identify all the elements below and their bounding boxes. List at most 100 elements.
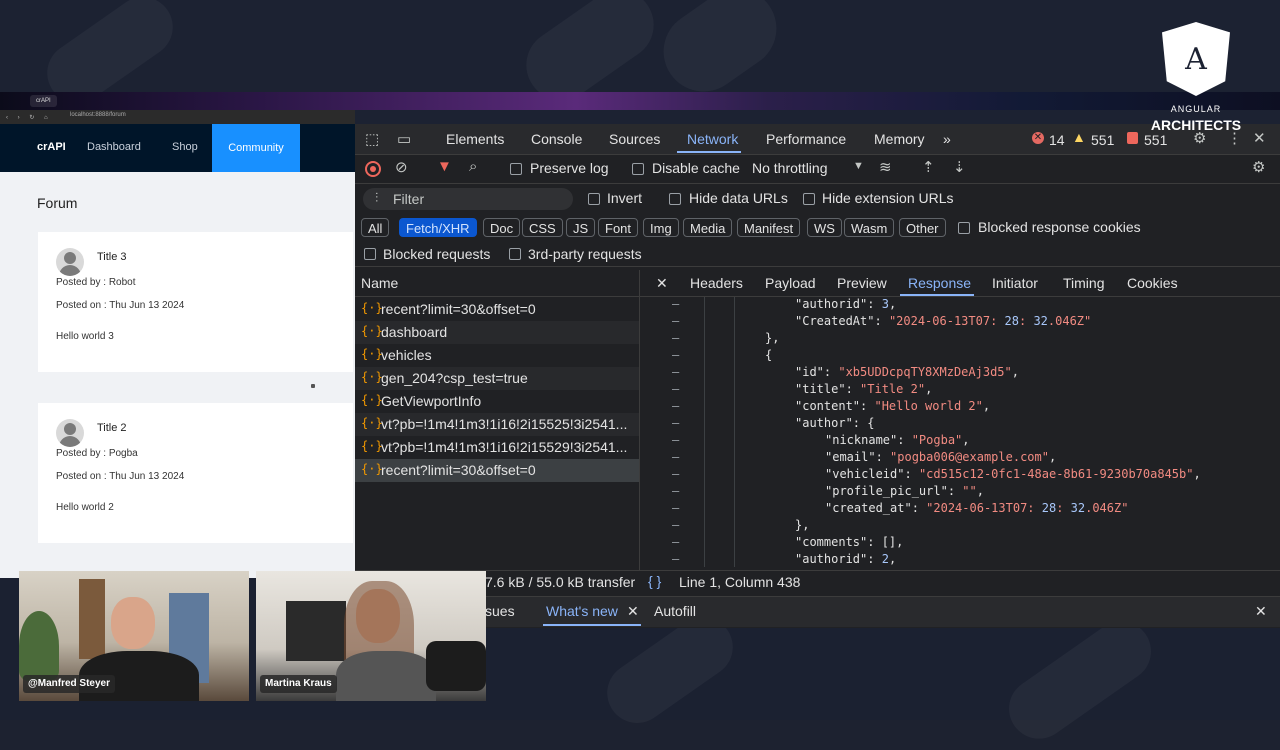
tab-memory[interactable]: Memory: [874, 131, 925, 147]
filter-funnel-icon[interactable]: ▼: [437, 158, 452, 175]
network-settings-icon[interactable]: ⚙: [1252, 158, 1265, 176]
invert-checkbox[interactable]: [588, 193, 600, 205]
request-row[interactable]: {·} dashboard: [355, 321, 639, 344]
device-toolbar-icon[interactable]: ▭: [397, 130, 411, 148]
drawer-tab-whats-new[interactable]: What's new: [546, 603, 618, 619]
fold-marker-icon[interactable]: –: [672, 382, 679, 396]
close-devtools-icon[interactable]: ✕: [1253, 129, 1266, 147]
inspect-element-icon[interactable]: ⬚: [365, 130, 379, 148]
request-row[interactable]: {·} vt?pb=!1m4!1m3!1i16!2i15525!3i2541...: [355, 413, 639, 436]
type-other[interactable]: Other: [899, 218, 946, 237]
drawer-tab-issues[interactable]: sues: [485, 603, 515, 619]
request-row[interactable]: {·} recent?limit=30&offset=0: [355, 298, 639, 321]
hide-data-urls-checkbox[interactable]: [669, 193, 681, 205]
fold-marker-icon[interactable]: –: [672, 399, 679, 413]
tab-response[interactable]: Response: [908, 275, 971, 291]
brand-logo[interactable]: crAPI: [37, 141, 66, 153]
fold-marker-icon[interactable]: –: [672, 518, 679, 532]
preserve-log-label[interactable]: Preserve log: [530, 160, 609, 176]
request-row[interactable]: {·} vehicles: [355, 344, 639, 367]
fold-marker-icon[interactable]: –: [672, 416, 679, 430]
disable-cache-checkbox[interactable]: [632, 163, 644, 175]
tab-sources[interactable]: Sources: [609, 131, 660, 147]
issue-count[interactable]: 551: [1144, 132, 1167, 148]
browser-address-bar[interactable]: ‹ › ↻ ⌂ localhost:8888/forum: [0, 110, 355, 124]
hide-extension-urls-checkbox[interactable]: [803, 193, 815, 205]
third-party-requests-label[interactable]: 3rd-party requests: [528, 246, 642, 262]
tab-network[interactable]: Network: [687, 131, 738, 147]
tab-preview[interactable]: Preview: [837, 275, 887, 291]
export-har-icon[interactable]: ⇣: [953, 158, 966, 176]
type-fetch-xhr[interactable]: Fetch/XHR: [399, 218, 477, 237]
preserve-log-checkbox[interactable]: [510, 163, 522, 175]
fold-marker-icon[interactable]: –: [672, 484, 679, 498]
type-manifest[interactable]: Manifest: [737, 218, 801, 237]
tab-console[interactable]: Console: [531, 131, 582, 147]
type-ws[interactable]: WS: [807, 218, 842, 237]
clear-icon[interactable]: ⊘: [395, 158, 408, 176]
nav-community[interactable]: Community: [212, 124, 300, 172]
nav-shop[interactable]: Shop: [172, 141, 198, 153]
nav-dashboard[interactable]: Dashboard: [87, 141, 141, 153]
issue-icon[interactable]: [1127, 132, 1138, 144]
request-row[interactable]: {·} GetViewportInfo: [355, 390, 639, 413]
close-drawer-icon[interactable]: ✕: [1255, 603, 1267, 620]
tab-payload[interactable]: Payload: [765, 275, 816, 291]
third-party-requests-checkbox[interactable]: [509, 248, 521, 260]
type-js[interactable]: JS: [566, 218, 596, 237]
post-title[interactable]: Title 2: [97, 422, 127, 434]
fold-marker-icon[interactable]: –: [672, 331, 679, 345]
fold-marker-icon[interactable]: –: [672, 552, 679, 566]
close-whats-new-icon[interactable]: ✕: [627, 603, 639, 620]
post-card[interactable]: Title 3 Posted by : Robot Posted on : Th…: [38, 232, 353, 372]
blocked-requests-label[interactable]: Blocked requests: [383, 246, 490, 262]
type-media[interactable]: Media: [683, 218, 733, 237]
tab-timing[interactable]: Timing: [1063, 275, 1105, 291]
pretty-print-icon[interactable]: { }: [648, 573, 661, 589]
fold-marker-icon[interactable]: –: [672, 365, 679, 379]
response-body[interactable]: – "authorid": 3, – "CreatedAt": "2024-06-13…: [640, 297, 1280, 567]
warning-count[interactable]: 551: [1091, 132, 1114, 148]
chevron-down-icon[interactable]: ▼: [853, 160, 864, 172]
browser-tab[interactable]: crAPI: [30, 95, 57, 107]
blocked-response-cookies-label[interactable]: Blocked response cookies: [978, 219, 1141, 235]
invert-label[interactable]: Invert: [607, 190, 642, 206]
fold-marker-icon[interactable]: –: [672, 467, 679, 481]
blocked-response-cookies-checkbox[interactable]: [958, 222, 970, 234]
browser-nav-icons[interactable]: ‹ › ↻ ⌂: [6, 114, 52, 121]
fold-marker-icon[interactable]: –: [672, 348, 679, 362]
tab-performance[interactable]: Performance: [766, 131, 846, 147]
import-har-icon[interactable]: ⇡: [922, 158, 935, 176]
type-all[interactable]: All: [361, 218, 390, 237]
request-row[interactable]: {·} gen_204?csp_test=true: [355, 367, 639, 390]
fold-marker-icon[interactable]: –: [672, 314, 679, 328]
throttling-select[interactable]: No throttling: [752, 160, 827, 176]
type-img[interactable]: Img: [643, 218, 679, 237]
request-row[interactable]: {·} vt?pb=!1m4!1m3!1i16!2i15529!3i2541...: [355, 436, 639, 459]
filter-input[interactable]: ⫶ Filter: [363, 188, 573, 210]
url-text[interactable]: localhost:8888/forum: [70, 112, 126, 118]
name-column-header[interactable]: Name: [355, 270, 639, 297]
more-tabs-icon[interactable]: »: [943, 131, 951, 147]
post-card[interactable]: Title 2 Posted by : Pogba Posted on : Th…: [38, 403, 353, 543]
disable-cache-label[interactable]: Disable cache: [652, 160, 740, 176]
close-detail-icon[interactable]: ✕: [656, 275, 668, 292]
blocked-requests-checkbox[interactable]: [364, 248, 376, 260]
search-icon[interactable]: ⌕: [469, 158, 477, 175]
fold-marker-icon[interactable]: –: [672, 450, 679, 464]
record-icon[interactable]: [365, 161, 381, 177]
type-wasm[interactable]: Wasm: [844, 218, 895, 237]
warning-icon[interactable]: ▲: [1072, 129, 1086, 145]
request-row-selected[interactable]: {·} recent?limit=30&offset=0: [355, 459, 639, 482]
post-title[interactable]: Title 3: [97, 251, 127, 263]
error-count[interactable]: 14: [1049, 132, 1065, 148]
drawer-tab-autofill[interactable]: Autofill: [654, 603, 696, 619]
error-icon[interactable]: ✕: [1032, 132, 1044, 144]
tab-elements[interactable]: Elements: [446, 131, 504, 147]
fold-marker-icon[interactable]: –: [672, 297, 679, 311]
type-doc[interactable]: Doc: [483, 218, 521, 237]
tab-cookies[interactable]: Cookies: [1127, 275, 1178, 291]
type-css[interactable]: CSS: [522, 218, 563, 237]
network-conditions-icon[interactable]: ≋: [879, 158, 892, 176]
fold-marker-icon[interactable]: –: [672, 501, 679, 515]
